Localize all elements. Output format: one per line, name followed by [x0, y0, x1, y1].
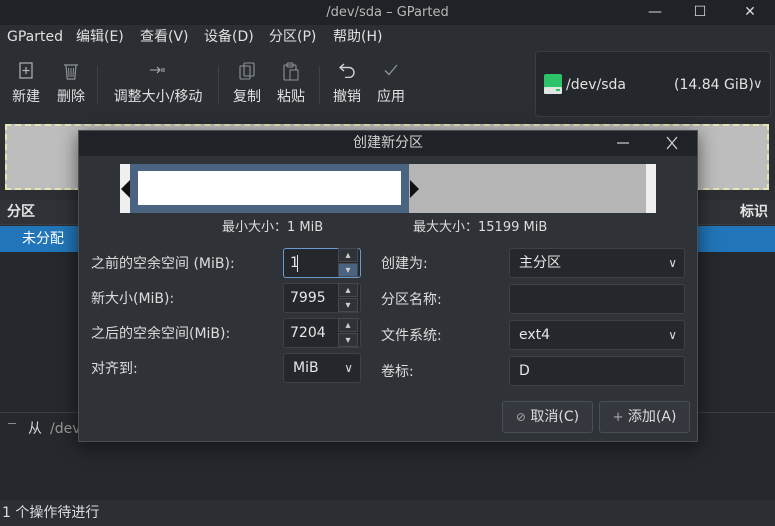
new-button[interactable]: 新建	[6, 58, 46, 110]
align-to-label: 对齐到:	[91, 361, 138, 377]
expander-line	[8, 423, 16, 424]
apply-label: 应用	[377, 89, 405, 105]
chevron-down-icon: ∨	[668, 328, 677, 342]
volume-label-field[interactable]: D	[509, 356, 685, 386]
undo-label: 撤销	[333, 89, 361, 105]
close-button[interactable]: ✕	[729, 0, 771, 25]
create-as-label: 创建为:	[381, 256, 428, 272]
align-to-select[interactable]: MiB ∨	[283, 353, 361, 383]
paste-icon	[272, 62, 310, 82]
free-before-increment[interactable]: ▴	[338, 248, 358, 262]
undo-button[interactable]: 撤销	[328, 58, 366, 110]
drive-icon	[544, 74, 562, 94]
delete-button[interactable]: 删除	[52, 58, 90, 110]
copy-icon	[228, 62, 266, 82]
new-size-value: 7995	[290, 290, 326, 306]
filesystem-value: ext4	[519, 327, 551, 343]
dialog-title: 创建新分区	[353, 135, 423, 151]
cancel-icon: ⊘	[515, 410, 526, 424]
free-after-value: 7204	[290, 325, 326, 341]
device-selector[interactable]: /dev/sda (14.84 GiB) ∨	[535, 51, 771, 117]
paste-label: 粘贴	[277, 89, 305, 105]
preview-right-margin	[646, 164, 656, 213]
new-label: 新建	[12, 89, 40, 105]
volume-label-label: 卷标:	[381, 364, 414, 380]
menu-partition[interactable]: 分区(P)	[269, 25, 316, 49]
resize-move-button[interactable]: 调整大小/移动	[108, 58, 208, 110]
add-button[interactable]: + 添加(A)	[599, 401, 690, 433]
free-after-label: 之后的空余空间(MiB):	[91, 326, 231, 342]
menu-gparted[interactable]: GParted	[7, 25, 63, 49]
right-handle-icon[interactable]	[410, 180, 420, 198]
free-after-decrement[interactable]: ▾	[338, 333, 358, 347]
partition-name-field[interactable]	[509, 284, 685, 314]
menu-view[interactable]: 查看(V)	[140, 25, 189, 49]
add-icon: +	[612, 410, 624, 425]
toolbar-separator	[97, 66, 98, 104]
free-before-stepper[interactable]: ▴ ▾	[338, 248, 360, 278]
align-to-value: MiB	[293, 360, 319, 376]
paste-button[interactable]: 粘贴	[272, 58, 310, 110]
menu-help[interactable]: 帮助(H)	[333, 25, 382, 49]
free-after-increment[interactable]: ▴	[338, 318, 358, 332]
free-after-stepper[interactable]: ▴ ▾	[338, 318, 360, 348]
chevron-down-icon: ∨	[753, 77, 763, 92]
new-size-label: 新大小(MiB):	[91, 291, 175, 307]
minimize-button[interactable]: —	[634, 0, 676, 25]
max-size-label: 最大大小：15199 MiB	[413, 220, 548, 235]
new-partition-icon	[6, 62, 46, 82]
copy-label: 复制	[233, 89, 261, 105]
delete-label: 删除	[57, 89, 85, 105]
status-bar: 1 个操作待进行	[0, 500, 775, 524]
column-flags[interactable]: 标识	[740, 200, 768, 224]
free-before-label: 之前的空余空间 (MiB):	[91, 256, 235, 272]
create-as-value: 主分区	[519, 255, 561, 271]
min-size-label: 最小大小：1 MiB	[222, 220, 324, 235]
preview-new-partition[interactable]	[130, 164, 409, 213]
preview-partition-fill	[138, 171, 401, 205]
resize-label: 调整大小/移动	[113, 89, 203, 105]
free-before-decrement[interactable]: ▾	[338, 263, 358, 277]
copy-button[interactable]: 复制	[228, 58, 266, 110]
trash-icon	[52, 62, 90, 82]
new-size-increment[interactable]: ▴	[338, 283, 358, 297]
partition-cell: 未分配	[22, 231, 64, 247]
checkmark-icon	[372, 62, 410, 82]
cancel-label: 取消(C)	[530, 409, 580, 425]
partition-name-label: 分区名称:	[381, 292, 442, 308]
cancel-button[interactable]: ⊘ 取消(C)	[502, 401, 593, 433]
chevron-down-icon: ∨	[344, 361, 353, 375]
filesystem-label: 文件系统:	[381, 328, 442, 344]
add-label: 添加(A)	[627, 409, 677, 425]
dialog-close-icon[interactable]	[664, 136, 680, 150]
apply-button[interactable]: 应用	[372, 58, 410, 110]
text-cursor	[297, 255, 298, 272]
toolbar-separator	[218, 66, 219, 104]
toolbar-separator	[319, 66, 320, 104]
chevron-down-icon: ∨	[668, 256, 677, 270]
new-size-decrement[interactable]: ▾	[338, 298, 358, 312]
status-text: 1 个操作待进行	[2, 505, 100, 521]
pending-path: /dev	[50, 421, 81, 437]
undo-icon	[328, 62, 366, 82]
create-as-select[interactable]: 主分区 ∨	[509, 248, 685, 278]
create-partition-dialog: 创建新分区 最小大小：1 MiB 最大大小：15199 MiB 之前的空余空间 …	[78, 130, 698, 442]
maximize-button[interactable]: ☐	[679, 0, 721, 25]
device-name: /dev/sda	[566, 77, 626, 93]
new-size-stepper[interactable]: ▴ ▾	[338, 283, 360, 313]
left-handle-icon[interactable]	[120, 180, 130, 198]
filesystem-select[interactable]: ext4 ∨	[509, 320, 685, 350]
volume-label-value: D	[519, 363, 530, 379]
dialog-minimize-icon[interactable]	[615, 136, 631, 150]
column-partition[interactable]: 分区	[7, 200, 35, 224]
device-size: (14.84 GiB)	[674, 77, 754, 93]
menu-edit[interactable]: 编辑(E)	[76, 25, 124, 49]
pending-from-label: 从	[28, 421, 42, 437]
resize-icon	[108, 62, 208, 82]
partition-preview[interactable]	[120, 164, 656, 213]
preview-free-space	[409, 164, 646, 213]
menu-device[interactable]: 设备(D)	[204, 25, 254, 49]
